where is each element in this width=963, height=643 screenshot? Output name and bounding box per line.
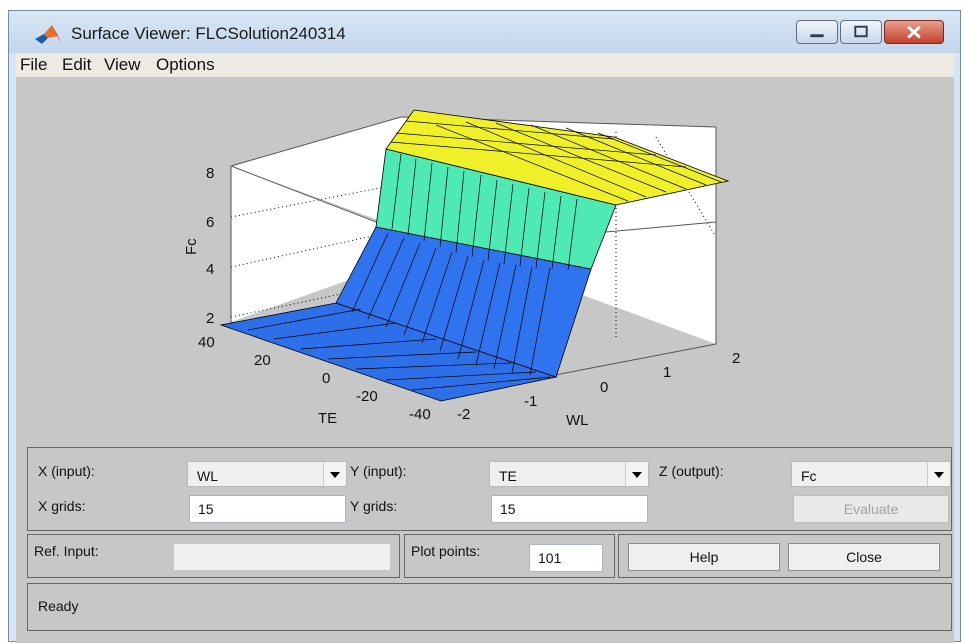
plot-points-label: Plot points: <box>411 543 481 559</box>
y-tick-neg40: -40 <box>409 406 431 423</box>
close-button[interactable]: Close <box>788 543 940 571</box>
z-tick-8: 8 <box>206 165 214 182</box>
x-tick-2: 2 <box>732 350 740 367</box>
y-input-label: Y (input): <box>350 463 407 479</box>
plot-points-input[interactable] <box>529 544 603 572</box>
maximize-icon <box>854 25 868 38</box>
plot-points-panel: Plot points: <box>404 534 615 578</box>
x-tick-1: 1 <box>663 364 671 381</box>
z-output-label: Z (output): <box>659 463 724 479</box>
y-grids-input[interactable] <box>491 495 648 523</box>
window-title: Surface Viewer: FLCSolution240314 <box>71 24 346 43</box>
x-input-select[interactable]: WL <box>187 461 347 487</box>
x-grids-label: X grids: <box>38 498 86 514</box>
x-tick-neg1: -1 <box>524 393 537 410</box>
y-tick-40: 40 <box>198 334 215 351</box>
menu-edit[interactable]: Edit <box>62 55 91 75</box>
x-tick-neg2: -2 <box>457 406 470 423</box>
ref-input-panel: Ref. Input: <box>27 534 400 578</box>
minimize-button[interactable] <box>796 20 838 44</box>
z-tick-6: 6 <box>206 214 214 231</box>
menu-view[interactable]: View <box>104 55 141 75</box>
ref-input-label: Ref. Input: <box>34 543 99 559</box>
y-tick-0: 0 <box>322 370 330 387</box>
y-axis-label: TE <box>318 410 337 427</box>
evaluate-button[interactable]: Evaluate <box>793 495 949 523</box>
minimize-icon <box>810 34 824 38</box>
x-input-label: X (input): <box>38 463 95 479</box>
menu-options[interactable]: Options <box>156 55 215 75</box>
surface-viewer-window: Surface Viewer: FLCSolution240314 File E… <box>8 10 961 643</box>
y-tick-neg20: -20 <box>356 388 378 405</box>
x-axis-label: WL <box>566 412 589 429</box>
figure-area: 8 6 4 2 40 20 0 -20 -40 -2 -1 0 1 2 TE W… <box>16 77 954 643</box>
y-input-select[interactable]: TE <box>489 461 649 487</box>
menu-file[interactable]: File <box>20 55 47 75</box>
x-grids-input[interactable] <box>189 495 346 523</box>
buttons-panel: Help Close <box>618 534 952 578</box>
maximize-button[interactable] <box>840 20 882 44</box>
chevron-down-icon[interactable] <box>625 462 648 486</box>
y-grids-label: Y grids: <box>350 498 398 514</box>
status-text: Ready <box>38 598 79 614</box>
x-tick-0: 0 <box>600 379 608 396</box>
z-output-select[interactable]: Fc <box>791 461 951 487</box>
y-tick-20: 20 <box>254 352 271 369</box>
status-panel: Ready <box>27 583 952 631</box>
y-input-value: TE <box>499 468 517 484</box>
z-output-value: Fc <box>801 468 817 484</box>
close-window-button[interactable] <box>884 20 944 44</box>
menu-bar: File Edit View Options <box>16 53 954 77</box>
close-icon <box>907 25 921 39</box>
chevron-down-icon[interactable] <box>927 462 950 486</box>
z-tick-4: 4 <box>206 261 214 278</box>
matlab-logo-icon <box>35 25 61 44</box>
surface-plot[interactable]: 8 6 4 2 40 20 0 -20 -40 -2 -1 0 1 2 TE W… <box>16 77 954 437</box>
title-bar[interactable]: Surface Viewer: FLCSolution240314 <box>9 11 960 53</box>
z-axis-label: Fc <box>183 238 200 255</box>
chevron-down-icon[interactable] <box>323 462 346 486</box>
x-input-value: WL <box>197 468 218 484</box>
input-output-panel: X (input): WL Y (input): TE Z (output): … <box>27 447 952 531</box>
help-button[interactable]: Help <box>628 543 780 571</box>
ref-input-field[interactable] <box>173 543 391 571</box>
z-tick-2: 2 <box>206 310 214 327</box>
